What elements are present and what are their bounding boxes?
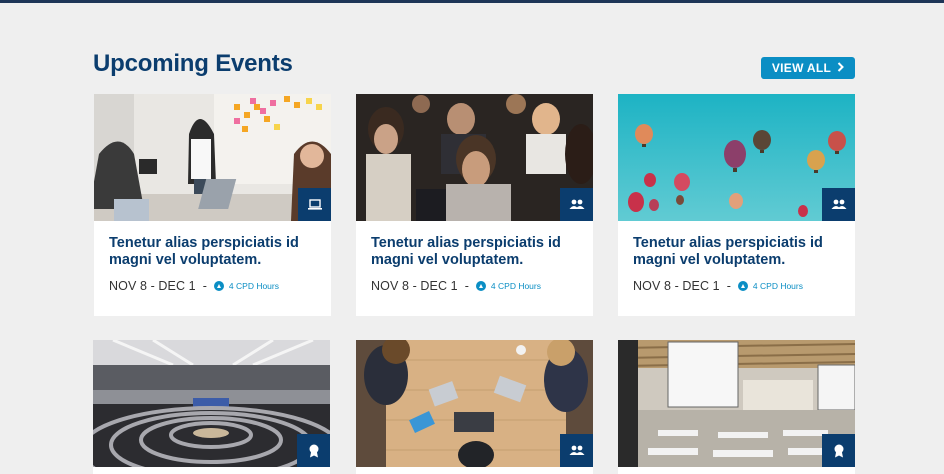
hot-air-balloons-photo [618, 94, 855, 221]
parliament-hall-photo [93, 340, 330, 467]
laptops-table-photo [356, 340, 593, 467]
people-icon [560, 188, 593, 221]
event-dates: NOV 8 - DEC 1 [633, 279, 720, 293]
meta-separator: - [202, 279, 207, 293]
cpd-hours: 4 CPD Hours [752, 281, 803, 291]
event-meta: NOV 8 - DEC 1 - 4 CPD Hours [371, 279, 541, 293]
view-all-button[interactable]: VIEW ALL [761, 57, 855, 79]
meta-separator: - [464, 279, 469, 293]
event-meta: NOV 8 - DEC 1 - 4 CPD Hours [109, 279, 279, 293]
cpd-icon [475, 281, 486, 291]
audience-photo [356, 94, 593, 221]
meta-separator: - [726, 279, 731, 293]
event-meta: NOV 8 - DEC 1 - 4 CPD Hours [633, 279, 803, 293]
top-bar [0, 0, 944, 3]
event-photo[interactable] [618, 94, 855, 221]
event-card[interactable]: Tenetur alias perspiciatis id magni vel … [618, 94, 855, 316]
meeting-whiteboard-photo [94, 94, 331, 221]
event-dates: NOV 8 - DEC 1 [109, 279, 196, 293]
event-title[interactable]: Tenetur alias perspiciatis id magni vel … [109, 235, 319, 269]
event-card[interactable] [93, 340, 330, 474]
event-photo[interactable] [618, 340, 855, 467]
cpd-icon [213, 281, 224, 291]
award-icon [822, 434, 855, 467]
chevron-right-icon [837, 61, 845, 74]
event-title[interactable]: Tenetur alias perspiciatis id magni vel … [633, 235, 843, 269]
event-card[interactable] [356, 340, 593, 474]
people-icon [560, 434, 593, 467]
award-icon [297, 434, 330, 467]
event-photo[interactable] [94, 94, 331, 221]
event-photo[interactable] [93, 340, 330, 467]
section-title: Upcoming Events [93, 50, 293, 77]
event-title[interactable]: Tenetur alias perspiciatis id magni vel … [371, 235, 581, 269]
laptop-icon [298, 188, 331, 221]
event-card[interactable]: Tenetur alias perspiciatis id magni vel … [356, 94, 593, 316]
cpd-icon [737, 281, 748, 291]
cpd-hours: 4 CPD Hours [490, 281, 541, 291]
event-card[interactable]: Tenetur alias perspiciatis id magni vel … [94, 94, 331, 316]
conference-room-photo [618, 340, 855, 467]
event-photo[interactable] [356, 94, 593, 221]
people-icon [822, 188, 855, 221]
cpd-hours: 4 CPD Hours [228, 281, 279, 291]
event-dates: NOV 8 - DEC 1 [371, 279, 458, 293]
event-photo[interactable] [356, 340, 593, 467]
event-card[interactable] [618, 340, 855, 474]
view-all-label: VIEW ALL [771, 61, 832, 75]
